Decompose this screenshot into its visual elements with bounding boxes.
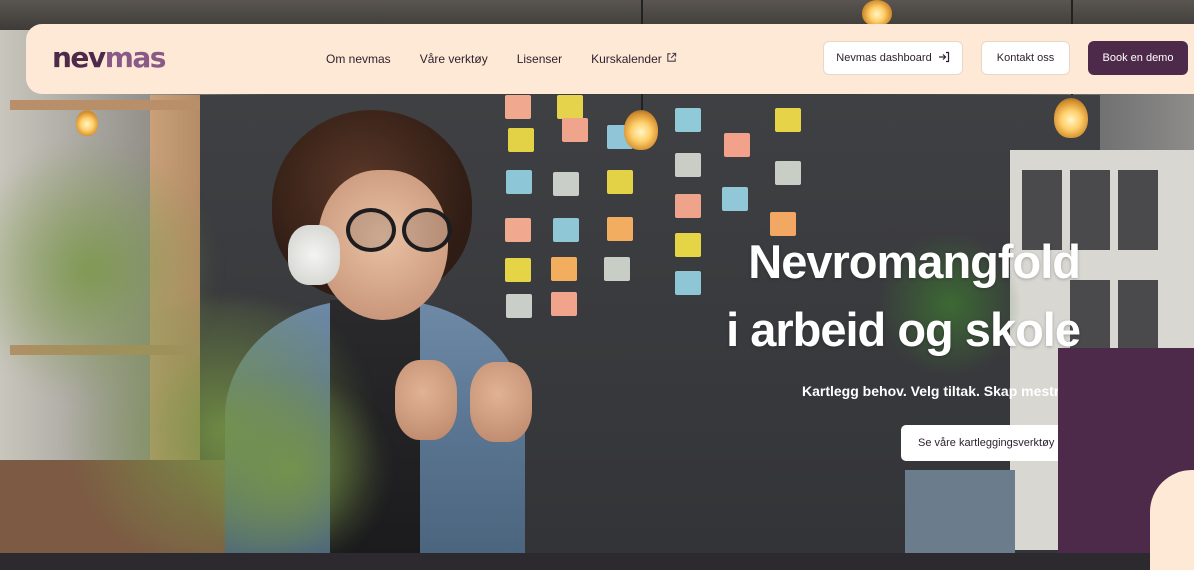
login-arrow-icon: [938, 51, 950, 66]
pendant-lamp: [1054, 98, 1088, 138]
person-hand: [470, 362, 532, 442]
person-hand: [395, 360, 457, 440]
see-tools-button[interactable]: Se våre kartleggingsverktøy ↓: [901, 425, 1058, 461]
see-tools-label: Se våre kartleggingsverktøy: [918, 437, 1055, 449]
book-demo-button[interactable]: Book en demo: [1088, 41, 1188, 75]
nav-link-vare-verktoy[interactable]: Våre verktøy: [420, 52, 488, 66]
external-link-icon: [666, 52, 677, 66]
pendant-lamp: [624, 110, 658, 150]
pendant-lamp: [76, 110, 98, 136]
nevmas-dashboard-label: Nevmas dashboard: [836, 52, 932, 64]
nevmas-dashboard-button[interactable]: Nevmas dashboard: [823, 41, 963, 75]
nevmas-logo[interactable]: nevmas: [52, 41, 167, 74]
glasses: [402, 208, 452, 252]
contact-button[interactable]: Kontakt oss: [981, 41, 1070, 75]
foreground-plant: [180, 380, 400, 553]
nav-link-lisenser[interactable]: Lisenser: [517, 52, 562, 66]
logo-part2: mas: [104, 41, 167, 74]
logo-part1: nev: [52, 41, 106, 74]
nav-link-kurskalender[interactable]: Kurskalender: [591, 52, 677, 66]
main-nav: Om nevmas Våre verktøy Lisenser Kurskale…: [326, 24, 706, 94]
site-header: nevmas Om nevmas Våre verktøy Lisenser K…: [26, 24, 1194, 94]
hero-title-line2: i arbeid og skole: [726, 303, 1081, 356]
headphones: [288, 225, 340, 285]
hero-title-line1: Nevromangfold: [748, 235, 1081, 288]
nav-link-kurskalender-label: Kurskalender: [591, 52, 662, 66]
nav-link-om-nevmas[interactable]: Om nevmas: [326, 52, 391, 66]
glasses: [346, 208, 396, 252]
pendant-lamp: [862, 0, 892, 26]
hero-subtitle: Kartlegg behov. Velg tiltak. Skap mestri…: [802, 383, 1058, 399]
filing-cabinet: [905, 470, 1015, 553]
shelf-plank: [10, 100, 200, 110]
